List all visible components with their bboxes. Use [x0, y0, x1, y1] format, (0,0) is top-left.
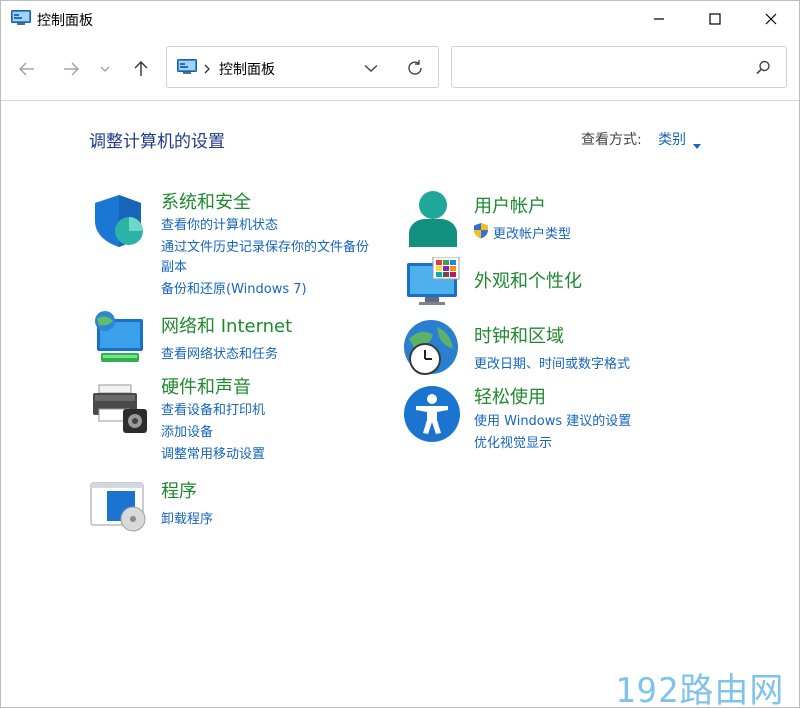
display-personalization-icon[interactable] — [405, 256, 463, 315]
network-globe-icon[interactable] — [91, 309, 149, 367]
category-title-programs[interactable]: 程序 — [161, 477, 197, 503]
title-bar: 控制面板 — [1, 1, 799, 37]
programs-icon[interactable] — [89, 479, 147, 537]
arrow-right-icon — [64, 62, 79, 76]
link-view-computer-status[interactable]: 查看你的计算机状态 — [161, 214, 278, 233]
address-dropdown-button[interactable] — [361, 59, 381, 77]
address-bar[interactable]: 控制面板 — [166, 46, 439, 88]
chevron-down-icon — [364, 64, 378, 72]
control-panel-icon — [11, 10, 31, 26]
link-add-device[interactable]: 添加设备 — [161, 421, 213, 440]
chevron-right-icon[interactable] — [203, 60, 211, 79]
navigation-bar: 控制面板 — [1, 37, 799, 101]
recent-locations-button[interactable] — [94, 55, 116, 83]
watermark-text: 192路由网 — [615, 671, 785, 708]
minimize-icon — [654, 18, 664, 20]
arrow-left-icon — [19, 62, 34, 76]
maximize-button[interactable] — [687, 1, 743, 37]
search-box[interactable] — [451, 46, 787, 88]
maximize-icon — [709, 13, 721, 25]
window-title: 控制面板 — [37, 13, 93, 29]
search-input[interactable] — [460, 55, 740, 79]
refresh-button[interactable] — [404, 57, 426, 79]
link-file-history-backup-wrap[interactable]: 副本 — [161, 256, 187, 275]
link-devices-printers[interactable]: 查看设备和打印机 — [161, 399, 265, 418]
clock-globe-icon[interactable] — [403, 319, 461, 377]
address-text[interactable]: 控制面板 — [219, 59, 275, 79]
category-title-system-security[interactable]: 系统和安全 — [161, 188, 251, 214]
category-title-network[interactable]: 网络和 Internet — [161, 312, 292, 338]
uac-shield-icon — [473, 222, 489, 243]
control-panel-icon — [177, 59, 197, 75]
category-title-clock-region[interactable]: 时钟和区域 — [474, 322, 564, 348]
link-network-status[interactable]: 查看网络状态和任务 — [161, 343, 278, 362]
search-icon[interactable] — [754, 59, 772, 77]
view-by-label: 查看方式: — [581, 132, 642, 148]
link-uninstall-program[interactable]: 卸载程序 — [161, 508, 213, 527]
category-title-hardware[interactable]: 硬件和声音 — [161, 373, 251, 399]
category-title-appearance[interactable]: 外观和个性化 — [474, 267, 582, 293]
back-button[interactable] — [13, 55, 41, 83]
arrow-up-icon — [134, 61, 148, 76]
page-title: 调整计算机的设置 — [89, 132, 225, 152]
forward-button[interactable] — [57, 55, 85, 83]
link-change-account-type[interactable]: 更改帐户类型 — [493, 223, 571, 242]
printer-icon[interactable] — [91, 379, 149, 437]
link-mobility-settings[interactable]: 调整常用移动设置 — [161, 443, 265, 462]
category-title-user-accounts[interactable]: 用户帐户 — [474, 192, 546, 218]
close-icon — [765, 13, 777, 25]
up-button[interactable] — [127, 55, 155, 83]
shield-icon[interactable] — [91, 191, 149, 249]
link-windows-recommended-settings[interactable]: 使用 Windows 建议的设置 — [474, 410, 631, 429]
user-icon[interactable] — [405, 189, 463, 247]
caret-down-icon[interactable] — [693, 134, 701, 153]
refresh-icon — [408, 60, 422, 75]
accessibility-icon[interactable] — [403, 385, 461, 443]
link-file-history-backup[interactable]: 通过文件历史记录保存你的文件备份 — [161, 236, 369, 255]
control-panel-window: 控制面板 控制面板 调整计算机的设置 查看方式: 类别 系统和安全 查看你的计算… — [0, 0, 800, 708]
minimize-button[interactable] — [631, 1, 687, 37]
close-button[interactable] — [743, 1, 799, 37]
link-optimize-visual-display[interactable]: 优化视觉显示 — [474, 432, 552, 451]
chevron-down-icon — [100, 66, 110, 72]
category-title-ease-access[interactable]: 轻松使用 — [474, 383, 546, 409]
view-by-dropdown[interactable]: 类别 — [658, 129, 686, 149]
link-backup-restore[interactable]: 备份和还原(Windows 7) — [161, 278, 307, 297]
link-change-date-time-format[interactable]: 更改日期、时间或数字格式 — [474, 353, 630, 372]
